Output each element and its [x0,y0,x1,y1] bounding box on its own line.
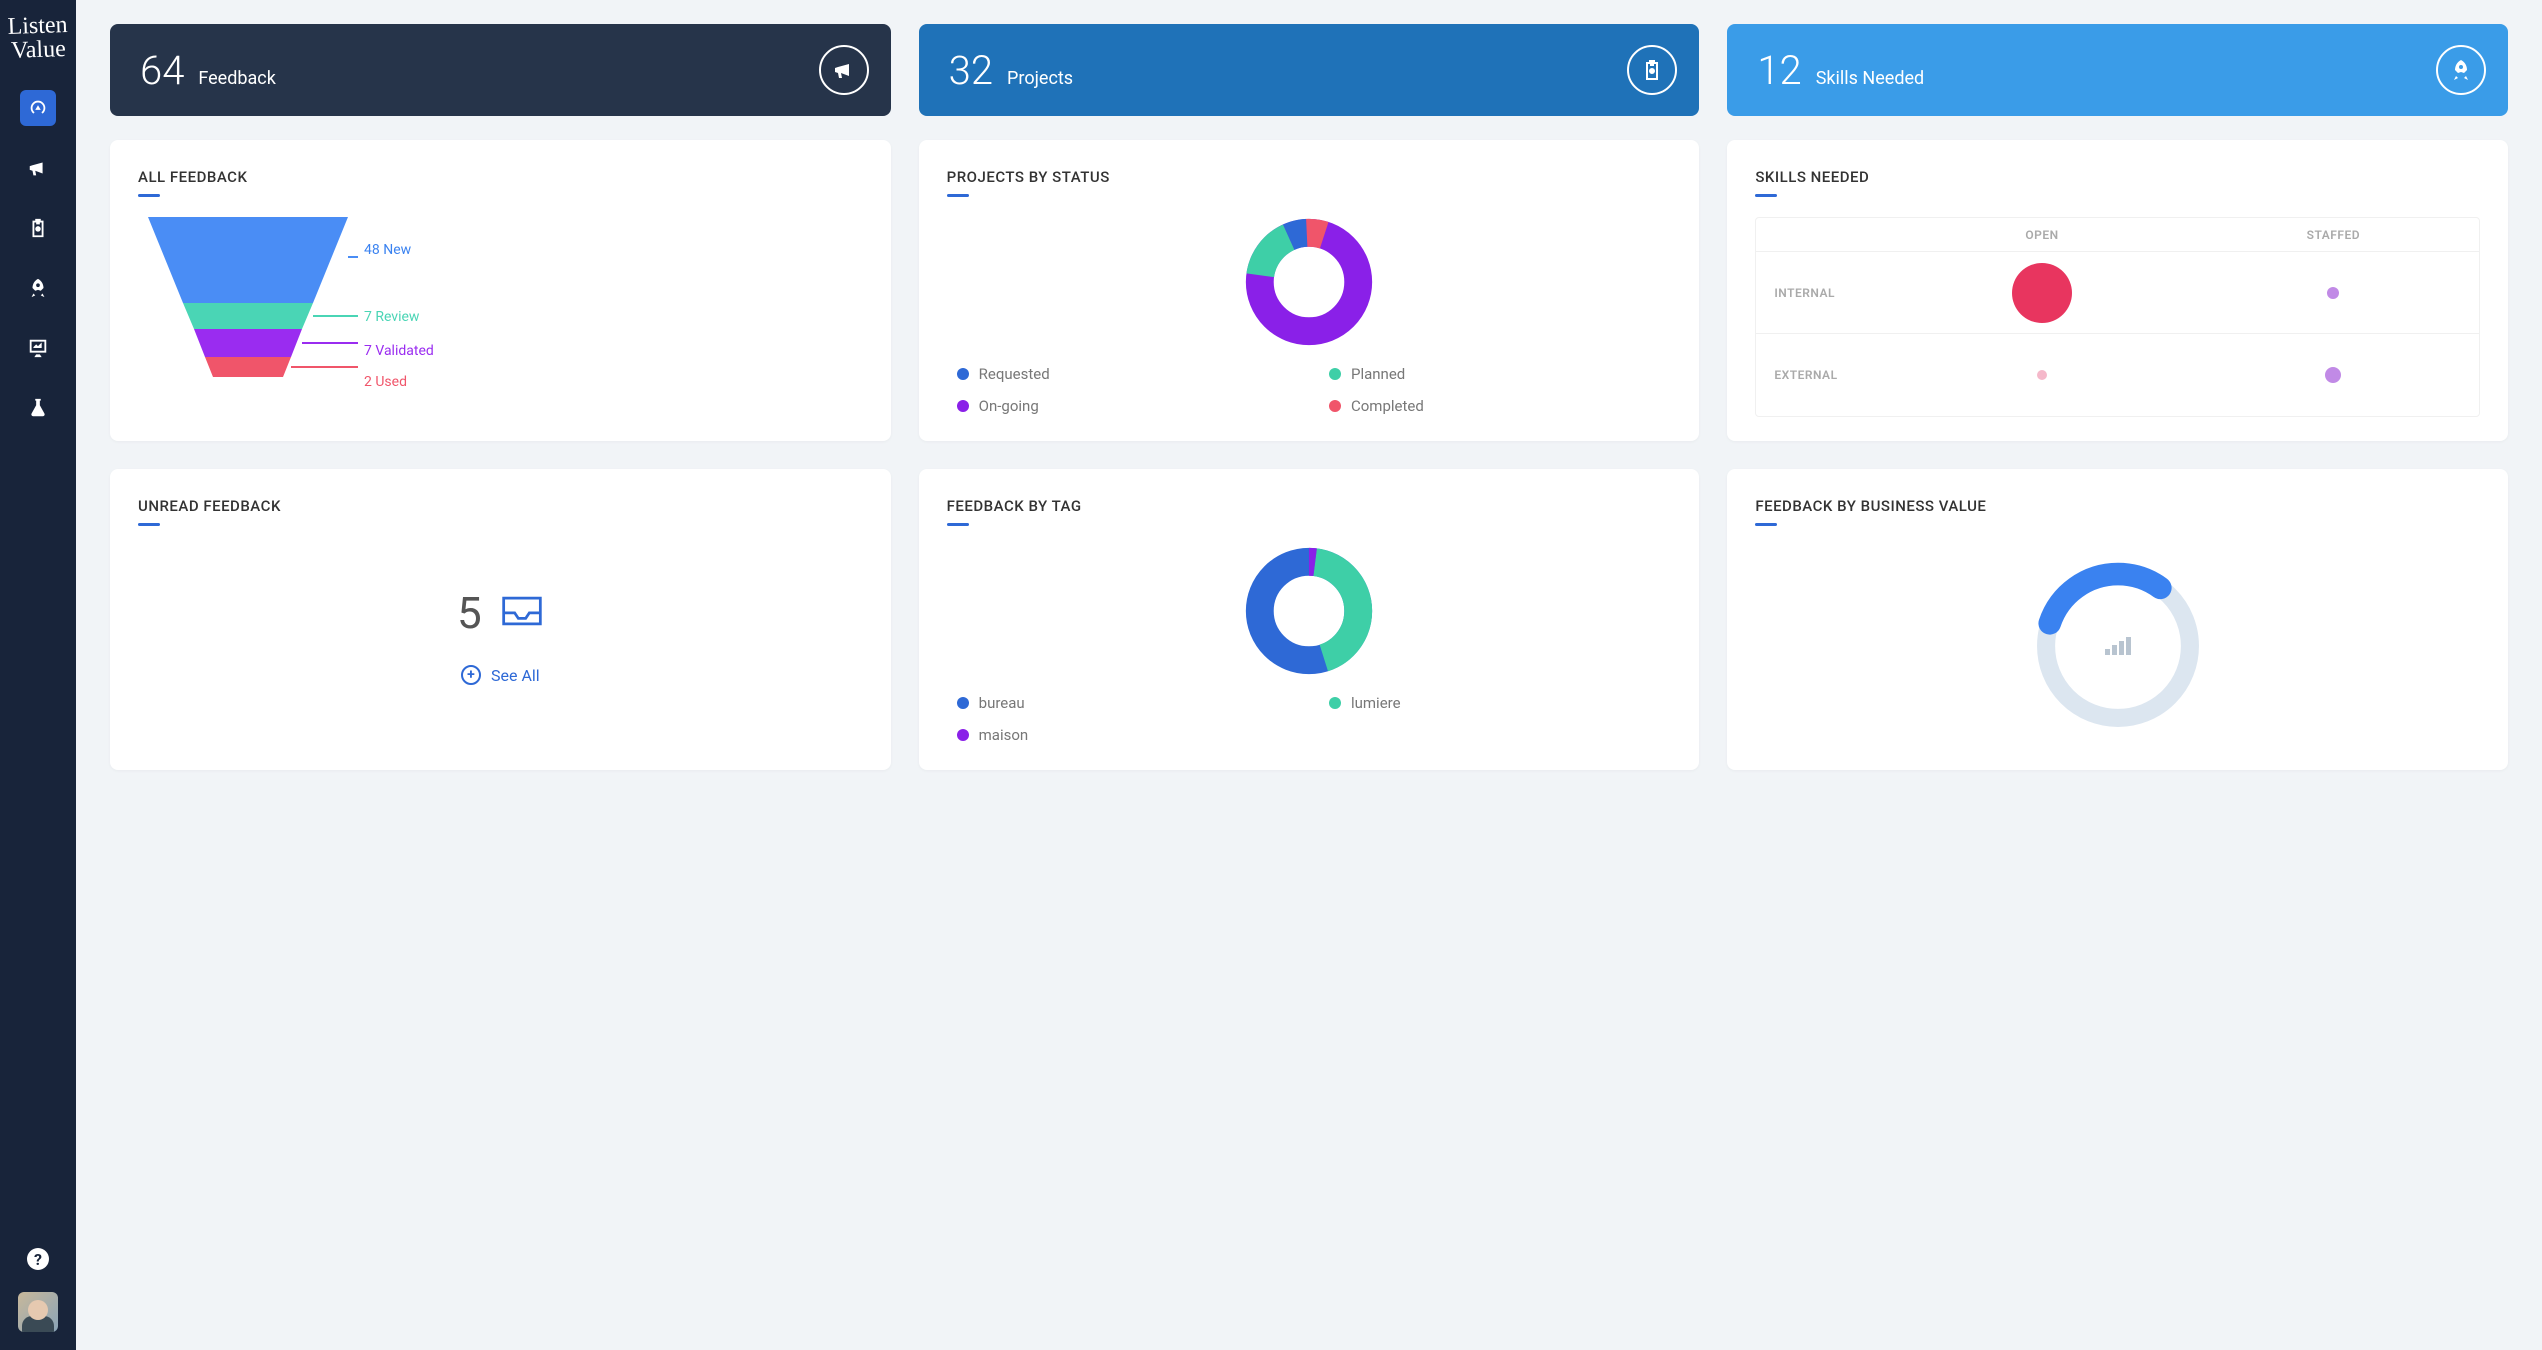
cards-grid: ALL FEEDBACK 48 New [110,140,2508,770]
nav-skills[interactable] [20,270,56,306]
stat-projects-label: Projects [1007,68,1073,89]
card-title: ALL FEEDBACK [138,168,863,186]
bubble-internal-open [2012,263,2072,323]
nav-lab[interactable] [20,390,56,426]
sidebar: Listen Value ? [0,0,76,1350]
legend-completed: Completed [1351,397,1424,415]
card-title: SKILLS NEEDED [1755,168,2480,186]
stat-feedback-value: 64 [140,47,184,94]
brand-line2: Value [8,37,69,63]
title-underline [1755,523,1777,526]
signal-bars-icon [2105,637,2131,655]
legend-lumiere: lumiere [1351,694,1401,712]
dot-icon [1329,697,1341,709]
help-button[interactable]: ? [27,1248,49,1270]
legend-bureau: bureau [979,694,1025,712]
see-all-link[interactable]: + See All [461,665,540,685]
funnel-stage-validated: 7 Validated [364,343,434,359]
card-skills-needed: SKILLS NEEDED OPEN STAFFED INTERNAL EXTE… [1727,140,2508,441]
funnel-stage-used: 2 Used [364,374,407,390]
nav-analytics[interactable] [20,330,56,366]
title-underline [138,194,160,197]
title-underline [138,523,160,526]
skills-row-external: EXTERNAL [1756,368,1896,382]
brand-logo: Listen Value [7,13,69,63]
gauge-icon [27,97,49,119]
funnel-stage-review: 7 Review [364,309,419,325]
donut-chart-tags [1244,546,1374,676]
funnel-labels: 48 New 7 Review 7 Validated 2 Used [358,217,434,397]
legend-planned: Planned [1351,365,1405,383]
legend-tags: bureau lumiere maison [947,694,1672,744]
nav-projects[interactable] [20,210,56,246]
plus-circle-icon: + [461,665,481,685]
clipboard-icon [27,217,49,239]
skills-row-internal: INTERNAL [1756,286,1896,300]
legend-maison: maison [979,726,1029,744]
user-avatar[interactable] [18,1292,58,1332]
card-title: FEEDBACK BY TAG [947,497,1672,515]
skills-col-staffed: STAFFED [2188,228,2479,242]
skills-col-open: OPEN [1896,228,2187,242]
stat-card-skills[interactable]: 12 Skills Needed [1727,24,2508,116]
dot-icon [957,368,969,380]
card-unread-feedback: UNREAD FEEDBACK 5 + See All [110,469,891,770]
stat-card-feedback[interactable]: 64 Feedback [110,24,891,116]
stat-cards-row: 64 Feedback 32 Projects 12 Skills Needed [110,24,2508,116]
card-all-feedback: ALL FEEDBACK 48 New [110,140,891,441]
stat-skills-label: Skills Needed [1816,68,1924,89]
card-projects-by-status: PROJECTS BY STATUS Requested Planned On-… [919,140,1700,441]
funnel-stage-new: 48 New [364,242,411,258]
rocket-icon [27,277,49,299]
card-feedback-by-business-value: FEEDBACK BY BUSINESS VALUE [1727,469,2508,770]
megaphone-icon [819,45,869,95]
legend-requested: Requested [979,365,1050,383]
see-all-label: See All [491,666,540,685]
megaphone-icon [27,157,49,179]
title-underline [947,194,969,197]
stat-skills-value: 12 [1757,47,1801,94]
dot-icon [957,400,969,412]
stat-projects-value: 32 [949,47,993,94]
donut-chart-projects [1244,217,1374,347]
dot-icon [1329,368,1341,380]
inbox-icon [500,594,544,632]
dot-icon [957,697,969,709]
funnel-chart [138,217,358,397]
nav-feedback[interactable] [20,150,56,186]
card-title: FEEDBACK BY BUSINESS VALUE [1755,497,2480,515]
dot-icon [1329,400,1341,412]
card-title: PROJECTS BY STATUS [947,168,1672,186]
dot-icon [957,729,969,741]
bubble-internal-staffed [2327,287,2339,299]
title-underline [947,523,969,526]
card-title: UNREAD FEEDBACK [138,497,863,515]
legend-ongoing: On-going [979,397,1039,415]
rocket-icon [2436,45,2486,95]
bubble-external-open [2037,370,2047,380]
main-content: 64 Feedback 32 Projects 12 Skills Needed [76,0,2542,1350]
flask-icon [27,397,49,419]
clipboard-icon [1627,45,1677,95]
stat-feedback-label: Feedback [198,68,275,89]
unread-count: 5 [457,587,482,639]
bubble-external-staffed [2325,367,2341,383]
title-underline [1755,194,1777,197]
card-feedback-by-tag: FEEDBACK BY TAG bureau lumiere maison [919,469,1700,770]
brand-line1: Listen [7,13,68,39]
stat-card-projects[interactable]: 32 Projects [919,24,1700,116]
chart-presentation-icon [27,337,49,359]
legend-projects: Requested Planned On-going Completed [947,365,1672,415]
nav-dashboard[interactable] [20,90,56,126]
